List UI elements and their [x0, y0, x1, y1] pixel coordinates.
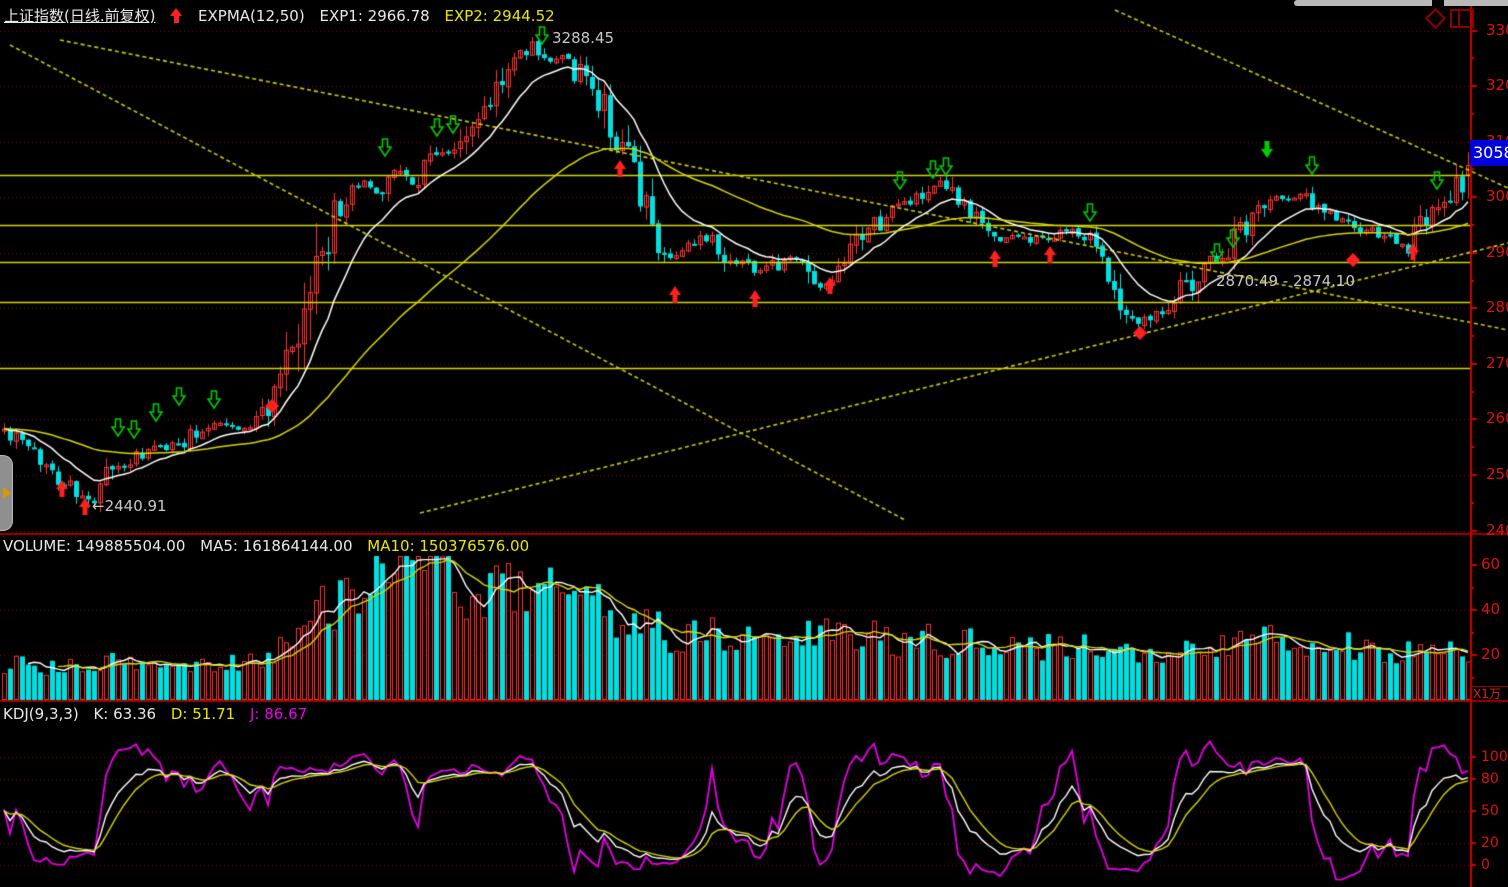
volume-ma10-value: MA10: 150376576.00	[367, 537, 529, 555]
split-window-icon[interactable]	[1450, 9, 1474, 28]
trough-price-annotation: ←2440.91	[92, 497, 167, 515]
volume-value: VOLUME: 149885504.00	[3, 537, 185, 555]
exp1-value: EXP1: 2966.78	[319, 7, 429, 25]
main-axis-tick-label: 3300	[1486, 22, 1508, 39]
gap-range-annotation: 2870.49 - 2874.10	[1216, 272, 1355, 290]
volume-axis-tick-label: 20	[1481, 646, 1500, 663]
kdj-d-value: D: 51.71	[171, 705, 235, 723]
instrument-title[interactable]: 上证指数(日线.前复权)	[4, 7, 155, 25]
last-price-box: 3058	[1470, 140, 1508, 166]
toolbar-edge-strip	[1294, 0, 1432, 6]
up-arrow-icon	[170, 8, 183, 23]
main-axis-tick-label: 3200	[1486, 77, 1508, 94]
kdj-header: KDJ(9,3,3) K: 63.36 D: 51.71 J: 86.67	[3, 705, 317, 723]
kdj-axis-tick-label: 20	[1481, 835, 1499, 852]
main-axis-tick-label: 2400	[1486, 522, 1508, 539]
kdj-indicator-name[interactable]: KDJ(9,3,3)	[3, 705, 79, 723]
volume-axis-tick-label: 40	[1481, 601, 1500, 618]
kdj-axis-tick-label: 80	[1481, 771, 1499, 788]
main-axis-tick-label: 2800	[1486, 299, 1508, 316]
kdj-axis-tick-label: 100	[1481, 749, 1508, 766]
sidebar-flyout-handle[interactable]	[0, 455, 13, 531]
kdj-k-value: K: 63.36	[93, 705, 156, 723]
kdj-axis-tick-label: 0	[1481, 857, 1490, 874]
kdj-j-value: J: 86.67	[250, 705, 307, 723]
exp2-value: EXP2: 2944.52	[444, 7, 554, 25]
main-axis-tick-label: 3000	[1486, 188, 1508, 205]
main-axis-tick-label: 2700	[1486, 355, 1508, 372]
volume-header: VOLUME: 149885504.00 MA5: 161864144.00 M…	[3, 537, 539, 555]
volume-unit-label: X1万	[1470, 686, 1508, 702]
peak-price-annotation: 3288.45	[552, 29, 614, 47]
chart-canvas[interactable]	[0, 0, 1508, 887]
pane-divider	[1458, 11, 1460, 26]
toolbar-edge-strip	[1444, 0, 1508, 6]
volume-axis-tick-label: 60	[1481, 556, 1500, 573]
volume-ma5-value: MA5: 161864144.00	[200, 537, 352, 555]
main-axis-tick-label: 2500	[1486, 466, 1508, 483]
trading-app-window: 上证指数(日线.前复权) EXPMA(12,50) EXP1: 2966.78 …	[0, 0, 1508, 887]
kdj-axis-tick-label: 50	[1481, 803, 1499, 820]
main-axis-tick-label: 2900	[1486, 244, 1508, 261]
main-chart-header: 上证指数(日线.前复权) EXPMA(12,50) EXP1: 2966.78 …	[4, 5, 565, 26]
main-axis-tick-label: 2600	[1486, 410, 1508, 427]
expand-right-icon	[3, 487, 11, 499]
indicator-name[interactable]: EXPMA(12,50)	[198, 7, 305, 25]
